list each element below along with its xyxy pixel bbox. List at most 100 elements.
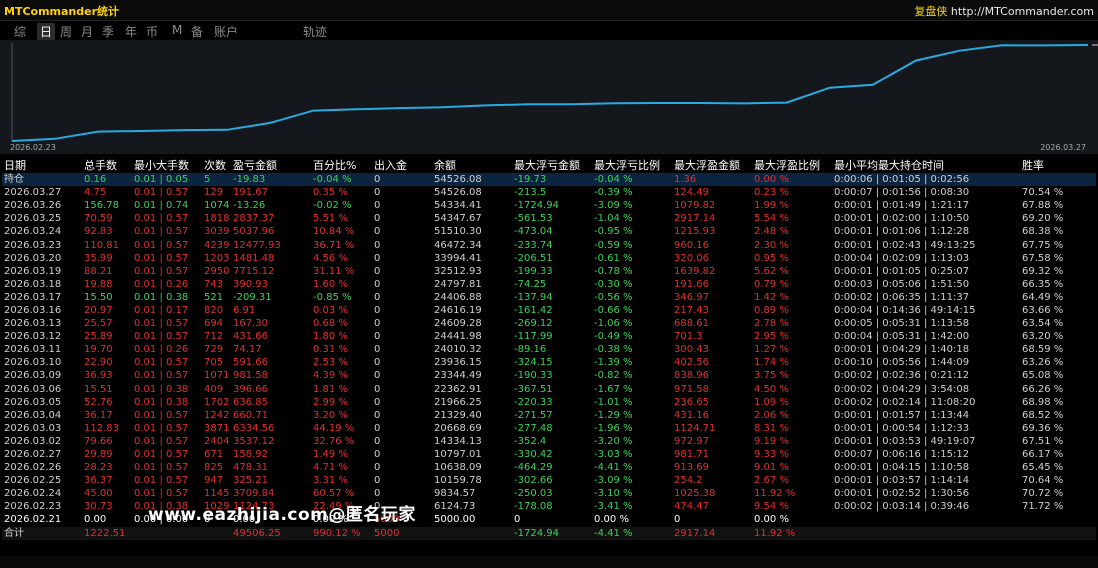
tab-8[interactable]: 备 — [191, 23, 203, 40]
column-header[interactable]: 日期 — [2, 157, 82, 173]
table-row[interactable]: 2026.03.06 15.51 0.01 | 0.38 409 396.66 1.81 … — [2, 383, 1096, 396]
column-header[interactable]: 总手数 — [82, 157, 132, 173]
table-row[interactable]: 2026.03.18 19.88 0.01 | 0.26 743 390.93 1.60 … — [2, 278, 1096, 291]
cell-maxdd: -1724.94 — [514, 200, 559, 212]
holding-row[interactable]: 持仓 0.16 0.01 | 0.05 5 -19.83 -0.04 % 0 54526.08… — [2, 173, 1096, 187]
table-row[interactable]: 2026.03.23 110.81 0.01 | 0.57 4239 12477.93 3… — [2, 238, 1096, 251]
tab-1[interactable]: 日 — [37, 23, 56, 40]
cell-maxdd_pct: -0.49 % — [594, 331, 633, 343]
cell-pnl: 478.31 — [233, 462, 268, 474]
table-row[interactable]: 2026.03.10 22.90 0.01 | 0.57 705 591.66 2.53 … — [2, 356, 1096, 369]
column-header[interactable]: 最大浮亏比例 — [592, 157, 672, 173]
cell-io: 0 — [374, 304, 381, 316]
tab-6[interactable]: 币 — [146, 23, 158, 40]
column-header[interactable]: 胜率 — [1020, 157, 1096, 173]
cell-maxfp: 191.66 — [674, 278, 709, 290]
table-row[interactable]: 2026.03.19 88.21 0.01 | 0.57 2950 7715.12 31.… — [2, 265, 1096, 278]
cell-lots: 1222.51 — [82, 526, 132, 540]
total-row[interactable]: 合计 1222.51 49506.25 990.12 % 5000 -1724.94 -4.… — [2, 526, 1096, 540]
tab-0[interactable]: 综 — [14, 23, 26, 40]
cell-maxdd_pct: -0.59 % — [594, 239, 633, 251]
table-row[interactable]: 2026.03.20 35.99 0.01 | 0.57 1203 1481.48 4.5… — [2, 252, 1096, 265]
table-row[interactable]: 2026.03.24 92.83 0.01 | 0.57 3039 5037.96 10.… — [2, 225, 1096, 238]
cell-pnl: -19.83 — [231, 173, 311, 187]
column-header[interactable]: 最小大手数 — [132, 157, 202, 173]
table-row[interactable]: 2026.03.17 15.50 0.01 | 0.38 521 -209.31 -0.8… — [2, 291, 1096, 304]
cell-maxfp_pct: 0.89 % — [754, 304, 789, 316]
cell-count: 671 — [204, 449, 224, 461]
column-header[interactable]: 出入金 — [372, 157, 432, 173]
cell-count: 694 — [204, 318, 224, 330]
column-header[interactable]: 最大浮盈比例 — [752, 157, 832, 173]
column-header[interactable]: 最小平均最大持仓时间 — [832, 157, 1020, 173]
table-row[interactable]: 2026.03.03 112.83 0.01 | 0.57 3871 6334.56 44… — [2, 422, 1096, 435]
cell-io: 0 — [374, 383, 381, 395]
column-header[interactable]: 次数 — [202, 157, 231, 173]
cell-maxdd_pct: -3.41 % — [594, 501, 633, 513]
cell-minmax: 0.01 | 0.26 — [134, 278, 189, 290]
cell-pnl: 3709.84 — [233, 488, 275, 500]
cell-pnl: 158.92 — [233, 449, 268, 461]
cell-maxdd_pct: -1.29 % — [594, 409, 633, 421]
cell-maxdd: -137.94 — [514, 291, 553, 303]
cell-pct: 60.57 % — [313, 488, 355, 500]
column-header[interactable]: 最大浮盈金额 — [672, 157, 752, 173]
cell-count: 825 — [204, 462, 224, 474]
table-row[interactable]: 2026.03.25 70.59 0.01 | 0.57 1818 2837.37 5.5… — [2, 212, 1096, 225]
column-header[interactable]: 余额 — [432, 157, 512, 173]
cell-lots: 25.57 — [84, 318, 113, 330]
cell-maxfp_pct: 0.00 % — [752, 173, 832, 187]
cell-maxfp: 1215.93 — [674, 226, 716, 238]
cell-minmax: 0.01 | 0.57 — [134, 475, 189, 487]
site-link[interactable]: 复盘侠 http://MTCommander.com — [914, 3, 1094, 19]
cell-maxdd_pct: -1.39 % — [594, 357, 633, 369]
table-row[interactable]: 2026.03.13 25.57 0.01 | 0.57 694 167.30 0.68 … — [2, 317, 1096, 330]
table-row[interactable]: 2026.02.25 36.37 0.01 | 0.57 947 325.21 3.31 … — [2, 474, 1096, 487]
cell-hold: 0:00:01 | 0:02:00 | 1:10:50 — [834, 213, 970, 225]
cell-count: 3871 — [204, 422, 230, 434]
table-row[interactable]: 2026.02.27 29.89 0.01 | 0.57 671 158.92 1.49 … — [2, 448, 1096, 461]
cell-lots: 35.99 — [84, 252, 113, 264]
cell-balance: 22362.91 — [434, 383, 482, 395]
tab-4[interactable]: 季 — [102, 23, 114, 40]
table-row[interactable]: 2026.02.26 28.23 0.01 | 0.57 825 478.31 4.71 … — [2, 461, 1096, 474]
cell-hold: 0:00:03 | 0:05:06 | 1:51:50 — [834, 278, 970, 290]
table-row[interactable]: 2026.03.02 79.66 0.01 | 0.57 2404 3537.12 32.… — [2, 435, 1096, 448]
cell-date: 2026.03.13 — [4, 318, 62, 330]
cell-maxdd: -19.73 — [512, 173, 592, 187]
table-row[interactable]: 2026.03.09 36.93 0.01 | 0.57 1071 981.58 4.39… — [2, 369, 1096, 382]
table-row[interactable]: 2026.02.24 45.00 0.01 | 0.57 1145 3709.84 60.… — [2, 487, 1096, 500]
cell-maxdd: -74.25 — [514, 278, 547, 290]
table-row[interactable]: 2026.03.26 156.78 0.01 | 0.74 1074 -13.26 -0.… — [2, 199, 1096, 212]
cell-io: 0 — [374, 318, 381, 330]
table-row[interactable]: 2026.03.05 52.76 0.01 | 0.38 1702 636.85 2.99… — [2, 396, 1096, 409]
cell-maxfp_pct: 2.78 % — [754, 318, 789, 330]
tab-7[interactable]: M — [172, 23, 182, 37]
cell-maxdd_pct: -1.96 % — [594, 422, 633, 434]
table-row[interactable]: 2026.03.27 4.75 0.01 | 0.57 129 191.67 0.35 %… — [2, 186, 1096, 199]
tab-5[interactable]: 年 — [125, 23, 137, 40]
tab-3[interactable]: 月 — [81, 23, 93, 40]
horizontal-scrollbar[interactable] — [0, 556, 1098, 568]
tab-10[interactable]: 轨迹 — [303, 23, 327, 40]
tab-2[interactable]: 周 — [60, 23, 72, 40]
cell-pct: -0.04 % — [311, 173, 372, 187]
cell-maxdd: -206.51 — [514, 252, 553, 264]
cell-date: 2026.03.02 — [4, 435, 62, 447]
cell-lots: 45.00 — [84, 488, 113, 500]
tab-9[interactable]: 账户 — [214, 23, 238, 40]
column-header[interactable]: 盈亏金额 — [231, 157, 311, 173]
cell-io: 0 — [374, 475, 381, 487]
site-url[interactable]: http://MTCommander.com — [951, 5, 1094, 18]
column-header[interactable]: 百分比% — [311, 157, 372, 173]
table-row[interactable]: 2026.03.04 36.17 0.01 | 0.57 1242 660.71 3.20… — [2, 409, 1096, 422]
table-row[interactable]: 2026.03.16 20.97 0.01 | 0.17 820 6.91 0.03 % 0… — [2, 304, 1096, 317]
column-header[interactable]: 最大浮亏金额 — [512, 157, 592, 173]
table-row[interactable]: 2026.03.12 25.89 0.01 | 0.57 712 431.66 1.80 … — [2, 330, 1096, 343]
cell-date: 2026.03.17 — [4, 291, 62, 303]
cell-hold: 0:00:04 | 0:05:31 | 1:42:00 — [834, 331, 970, 343]
table-row[interactable]: 2026.03.11 19.70 0.01 | 0.26 729 74.17 0.31 %… — [2, 343, 1096, 356]
cell-pct: 10.84 % — [313, 226, 355, 238]
cell-balance: 6124.73 — [434, 501, 476, 513]
cell-hold: 0:00:01 | 0:01:49 | 1:21:17 — [834, 200, 970, 212]
